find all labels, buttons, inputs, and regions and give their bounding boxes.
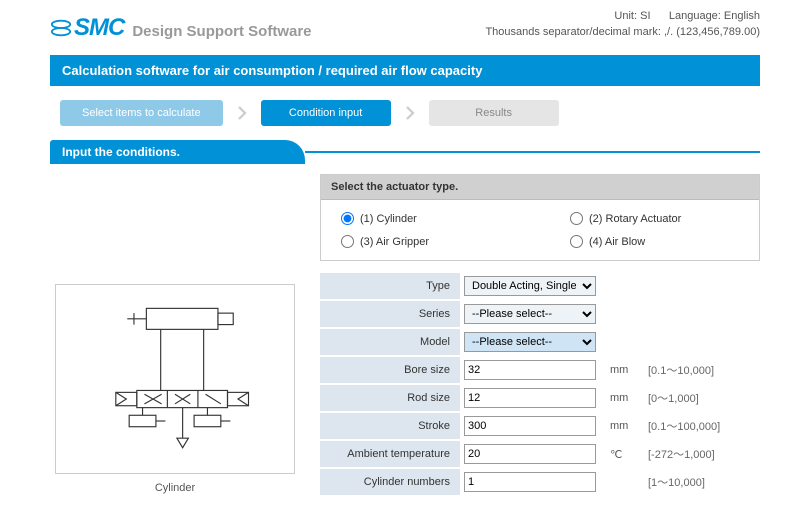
radio-airblow-label: (4) Air Blow [589,236,645,248]
radio-cylinder[interactable]: (1) Cylinder [341,212,510,225]
rod-input[interactable] [464,388,596,408]
temp-input[interactable] [464,444,596,464]
lang-label: Language: [669,10,724,22]
lang-value[interactable]: English [724,10,760,22]
radio-cylinder-input[interactable] [341,212,354,225]
type-label: Type [320,273,460,299]
count-range: [1～10,000] [640,474,705,490]
pneumatic-schematic-icon [70,299,280,459]
temp-label: Ambient temperature [320,441,460,467]
actuator-header: Select the actuator type. [321,175,759,200]
radio-gripper-input[interactable] [341,235,354,248]
app-title: Design Support Software [132,23,311,40]
rod-range: [0～1,000] [640,390,699,406]
radio-airblow-input[interactable] [570,235,583,248]
rod-label: Rod size [320,385,460,411]
logo-text: SMC [74,14,124,42]
chevron-right-icon [233,104,251,122]
step-nav: Select items to calculate Condition inpu… [0,86,800,140]
section-header: Input the conditions. [50,140,800,164]
series-select[interactable]: --Please select-- [464,304,596,324]
count-label: Cylinder numbers [320,469,460,495]
section-line [305,151,760,153]
form-rows: Type Double Acting, Single Rod Series --… [320,273,760,495]
radio-rotary-label: (2) Rotary Actuator [589,213,681,225]
temp-unit: ℃ [600,448,640,461]
stroke-range: [0.1～100,000] [640,418,720,434]
stroke-label: Stroke [320,413,460,439]
radio-gripper[interactable]: (3) Air Gripper [341,235,510,248]
actuator-type-box: Select the actuator type. (1) Cylinder (… [320,174,760,261]
header: SMC Design Support Software Unit: SI Lan… [0,0,800,47]
rod-unit: mm [600,392,640,404]
header-meta: Unit: SI Language: English Thousands sep… [485,10,760,42]
series-label: Series [320,301,460,327]
cylinder-diagram [55,284,295,474]
step-select-items[interactable]: Select items to calculate [60,100,223,126]
radio-gripper-label: (3) Air Gripper [360,236,429,248]
title-bar: Calculation software for air consumption… [50,55,760,86]
step-results[interactable]: Results [429,100,559,126]
type-select[interactable]: Double Acting, Single Rod [464,276,596,296]
model-select[interactable]: --Please select-- [464,332,596,352]
stroke-unit: mm [600,420,640,432]
logo: SMC [50,14,124,42]
radio-rotary-input[interactable] [570,212,583,225]
unit-value[interactable]: SI [640,10,650,22]
smc-logo-icon [50,17,72,39]
radio-cylinder-label: (1) Cylinder [360,213,417,225]
diagram-caption: Cylinder [50,482,300,494]
form-panel: Select the actuator type. (1) Cylinder (… [320,174,760,497]
bore-label: Bore size [320,357,460,383]
separator-note: Thousands separator/decimal mark: ,/. (1… [485,26,760,38]
logo-group: SMC Design Support Software [50,14,312,42]
diagram-panel: Cylinder [50,174,300,497]
model-label: Model [320,329,460,355]
count-input[interactable] [464,472,596,492]
temp-range: [-272～1,000] [640,446,715,462]
unit-label: Unit: [614,10,640,22]
step-condition-input[interactable]: Condition input [261,100,391,126]
bore-range: [0.1～10,000] [640,362,714,378]
bore-unit: mm [600,364,640,376]
chevron-right-icon [401,104,419,122]
bore-input[interactable] [464,360,596,380]
section-title: Input the conditions. [50,140,305,164]
radio-rotary[interactable]: (2) Rotary Actuator [570,212,739,225]
stroke-input[interactable] [464,416,596,436]
radio-airblow[interactable]: (4) Air Blow [570,235,739,248]
